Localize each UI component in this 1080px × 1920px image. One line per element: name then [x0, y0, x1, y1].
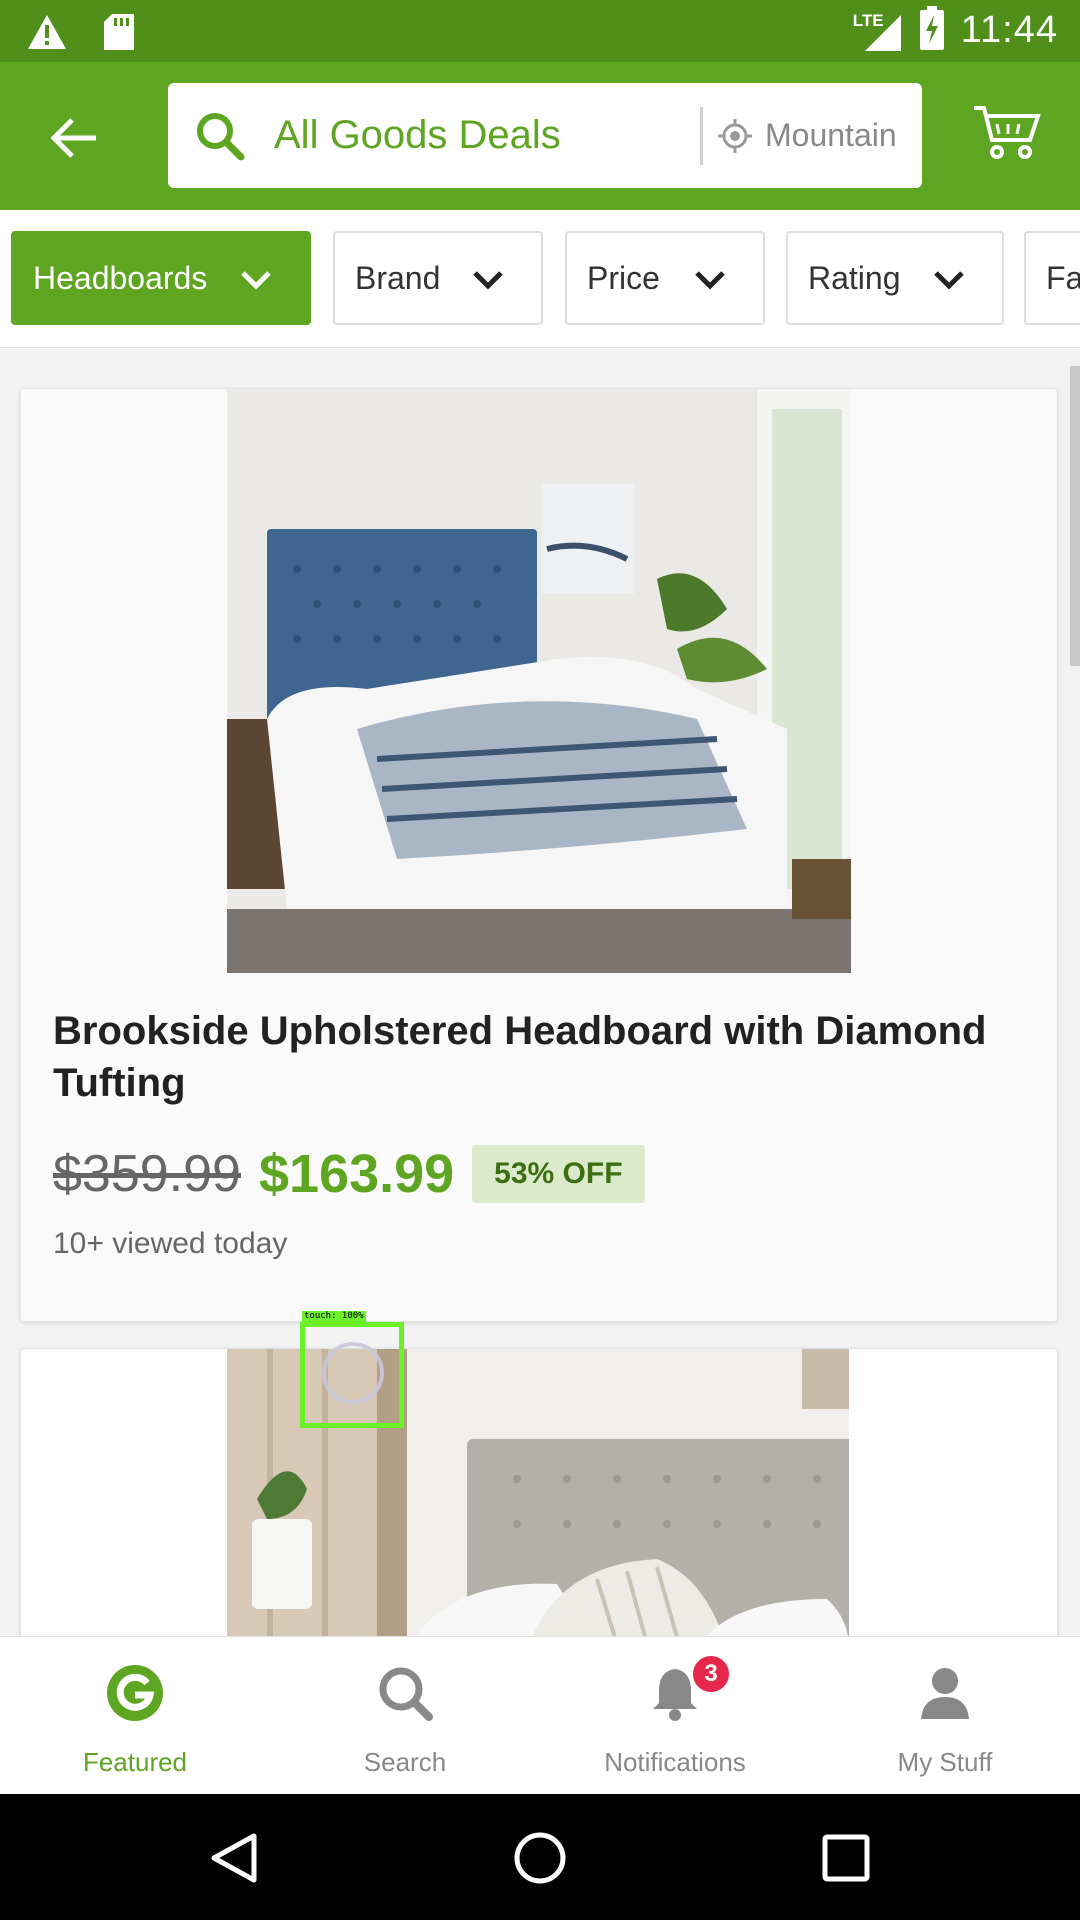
signal-icon: LTE	[853, 7, 903, 55]
battery-charging-icon	[919, 6, 945, 55]
nav-notifications[interactable]: 3 Notifications	[540, 1637, 810, 1795]
filter-chip-label: Headboards	[33, 259, 208, 296]
chevron-down-icon	[695, 271, 725, 290]
deal-card[interactable]: Brookside Upholstered Headboard with Dia…	[20, 388, 1058, 1322]
filter-chip-label: Rating	[808, 259, 901, 296]
search-divider	[700, 106, 703, 165]
product-image[interactable]	[227, 389, 851, 973]
filter-chip-headboards[interactable]: Headboards	[11, 231, 311, 325]
search-query[interactable]: All Goods Deals	[274, 113, 694, 158]
deal-card[interactable]	[20, 1348, 1058, 1636]
original-price: $359.99	[53, 1145, 241, 1203]
filter-chip-brand[interactable]: Brand	[333, 231, 543, 325]
person-icon	[921, 1668, 969, 1719]
search-icon	[379, 1667, 433, 1721]
filter-chip-rating[interactable]: Rating	[786, 231, 1004, 325]
nav-label: Featured	[82, 1747, 188, 1777]
bottom-nav: Featured Search 3 Notifications My Stuff	[0, 1636, 1080, 1794]
location-icon	[718, 118, 752, 153]
sd-card-icon	[102, 12, 136, 57]
cart-icon	[974, 106, 1041, 159]
deal-list[interactable]: Brookside Upholstered Headboard with Dia…	[0, 350, 1080, 1636]
touch-indicator-label: touch: 100%	[302, 1311, 366, 1322]
nav-featured[interactable]: Featured	[0, 1637, 270, 1795]
home-circle-icon	[514, 1832, 566, 1884]
location-field[interactable]: Mountain View	[765, 117, 899, 154]
filter-chip-label: Price	[587, 259, 660, 296]
system-recents-button[interactable]	[818, 1830, 874, 1886]
price-row: $359.99 $163.99 53% OFF	[53, 1143, 645, 1205]
view-count: 10+ viewed today	[53, 1227, 288, 1260]
nav-search[interactable]: Search	[270, 1637, 540, 1795]
sale-price: $163.99	[258, 1144, 455, 1204]
cart-button[interactable]	[972, 102, 1042, 172]
filter-chip-label: Brand	[355, 259, 441, 296]
chevron-down-icon	[473, 271, 503, 290]
nav-label: My Stuff	[897, 1747, 993, 1777]
status-bar: LTE 11:44	[0, 0, 1080, 62]
filter-chip-label: Fa	[1046, 259, 1080, 296]
recents-square-icon	[822, 1834, 870, 1882]
app-bar: All Goods Deals Mountain View	[0, 62, 1080, 210]
filter-chip-price[interactable]: Price	[565, 231, 765, 325]
touch-ripple	[322, 1342, 384, 1404]
filter-bar: Headboards Brand Price Rating Fa	[0, 210, 1080, 348]
groupon-g-icon	[107, 1665, 163, 1721]
nav-label: Search	[363, 1747, 447, 1777]
system-home-button[interactable]	[512, 1830, 568, 1886]
search-bar[interactable]: All Goods Deals Mountain View	[168, 83, 922, 188]
system-back-button[interactable]	[206, 1830, 262, 1886]
chevron-down-icon	[241, 271, 271, 290]
system-nav-bar	[0, 1794, 1080, 1920]
notification-badge: 3	[690, 1653, 732, 1695]
back-arrow-icon	[50, 118, 96, 158]
back-button[interactable]	[36, 100, 112, 176]
discount-badge: 53% OFF	[472, 1145, 645, 1203]
filter-chip-more[interactable]: Fa	[1024, 231, 1080, 325]
chevron-down-icon	[934, 271, 964, 290]
status-time: 11:44	[960, 9, 1058, 51]
search-icon	[197, 112, 245, 160]
warning-icon	[26, 13, 68, 56]
product-title[interactable]: Brookside Upholstered Headboard with Dia…	[53, 1005, 1013, 1109]
back-triangle-icon	[211, 1833, 257, 1883]
nav-my-stuff[interactable]: My Stuff	[810, 1637, 1080, 1795]
nav-label: Notifications	[604, 1747, 746, 1777]
scrollbar[interactable]	[1070, 366, 1080, 666]
